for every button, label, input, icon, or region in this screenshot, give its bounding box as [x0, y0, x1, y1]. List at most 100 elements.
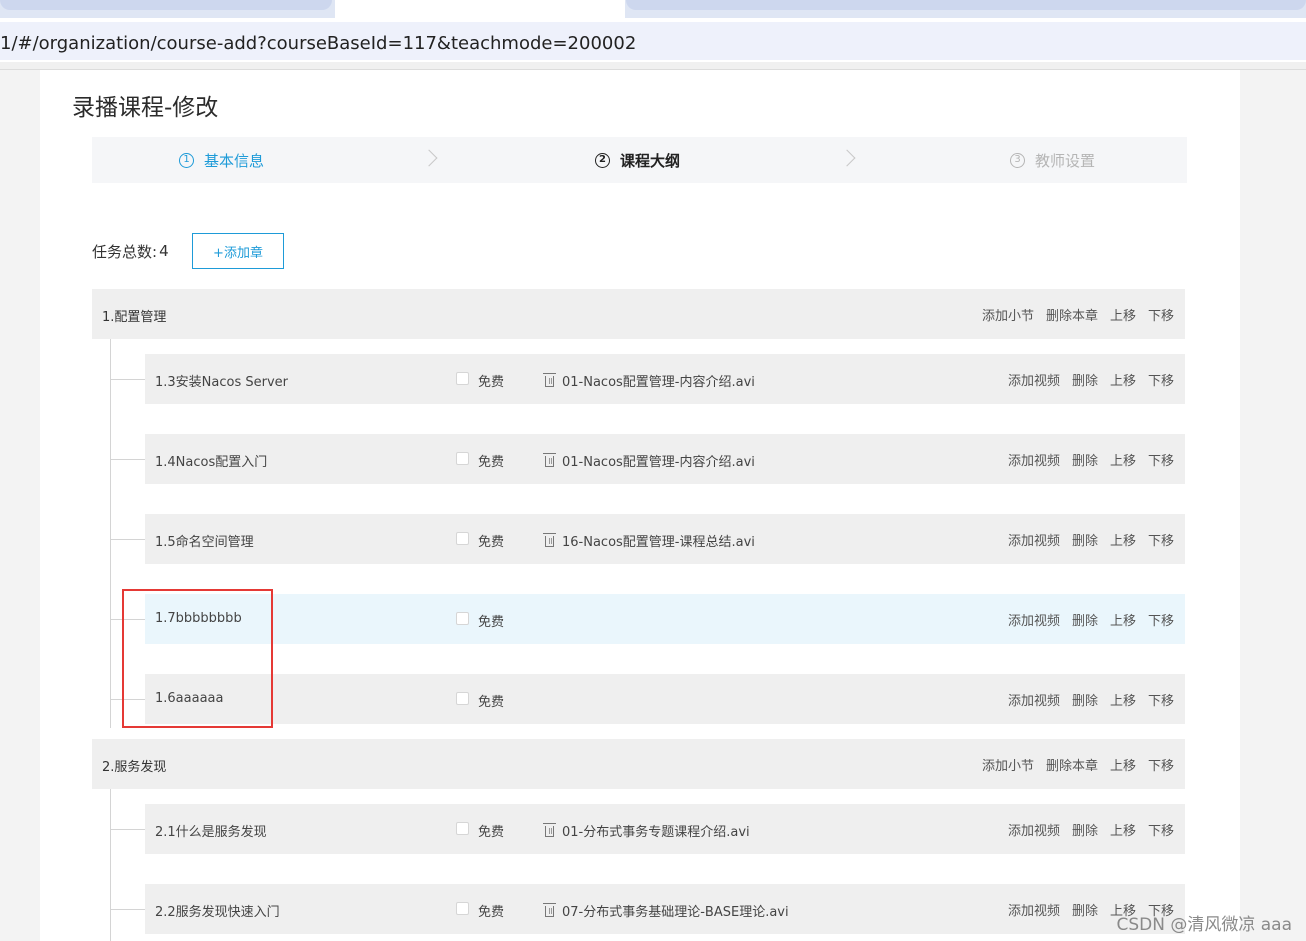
move-up-button[interactable]: 上移	[1110, 530, 1136, 549]
move-up-button[interactable]: 上移	[1110, 305, 1136, 324]
chevron-right-icon	[420, 149, 438, 167]
move-up-button[interactable]: 上移	[1110, 370, 1136, 389]
free-label: 免费	[478, 455, 505, 470]
watermark: CSDN @清风微凉 aaa	[1116, 915, 1292, 935]
free-label: 免费	[478, 535, 505, 550]
delete-section-button[interactable]: 删除	[1072, 900, 1098, 919]
move-down-button[interactable]: 下移	[1148, 305, 1174, 324]
media-item: 01-Nacos配置管理-内容介绍.avi	[543, 451, 755, 470]
step-teacher-settings[interactable]: 3 教师设置	[1010, 137, 1095, 183]
tree-branch	[111, 459, 146, 460]
free-label: 免费	[478, 905, 505, 920]
delete-section-button[interactable]: 删除	[1072, 610, 1098, 629]
move-up-button[interactable]: 上移	[1110, 450, 1136, 469]
free-checkbox[interactable]	[456, 612, 469, 625]
media-filename: 16-Nacos配置管理-课程总结.avi	[562, 535, 755, 550]
delete-section-button[interactable]: 删除	[1072, 370, 1098, 389]
section-row: 1.3安装Nacos Server 免费 01-Nacos配置管理-内容介绍.a…	[145, 354, 1185, 404]
free-label: 免费	[478, 375, 505, 390]
media-item: 01-分布式事务专题课程介绍.avi	[543, 821, 750, 840]
move-down-button[interactable]: 下移	[1148, 450, 1174, 469]
tree-branch	[111, 909, 146, 910]
step-number-icon: 3	[1010, 152, 1025, 168]
step-basic-info[interactable]: 1 基本信息	[179, 137, 264, 183]
add-video-button[interactable]: 添加视频	[1008, 820, 1060, 839]
section-row: 2.2服务发现快速入门 免费 07-分布式事务基础理论-BASE理论.avi 添…	[145, 884, 1185, 934]
move-up-button[interactable]: 上移	[1110, 690, 1136, 709]
step-course-outline[interactable]: 2 课程大纲	[595, 137, 680, 183]
section-title: 1.3安装Nacos Server	[155, 375, 289, 390]
trash-icon[interactable]	[543, 823, 556, 837]
media-filename: 01-Nacos配置管理-内容介绍.avi	[562, 375, 755, 390]
chevron-right-icon	[838, 149, 856, 167]
trash-icon[interactable]	[543, 453, 556, 467]
add-video-button[interactable]: 添加视频	[1008, 450, 1060, 469]
tree-connector	[110, 339, 111, 728]
task-summary: 任务总数: 4	[92, 233, 169, 269]
move-down-button[interactable]: 下移	[1148, 610, 1174, 629]
move-up-button[interactable]: 上移	[1110, 820, 1136, 839]
chapter-title: 2.服务发现	[102, 760, 167, 775]
delete-chapter-button[interactable]: 删除本章	[1046, 755, 1098, 774]
section-title: 1.4Nacos配置入门	[155, 455, 268, 470]
chapter-actions: 添加小节 删除本章 上移 下移	[982, 755, 1174, 774]
move-up-button[interactable]: 上移	[1110, 610, 1136, 629]
trash-icon[interactable]	[543, 903, 556, 917]
add-video-button[interactable]: 添加视频	[1008, 900, 1060, 919]
free-label: 免费	[478, 615, 505, 630]
trash-icon[interactable]	[543, 533, 556, 547]
section-title: 1.5命名空间管理	[155, 535, 254, 550]
trash-icon[interactable]	[543, 373, 556, 387]
move-down-button[interactable]: 下移	[1148, 530, 1174, 549]
task-count-label: 任务总数:	[92, 242, 158, 261]
tree-branch	[111, 829, 146, 830]
add-chapter-button[interactable]: +添加章	[192, 233, 284, 269]
section-row: 1.7bbbbbbbb 免费 添加视频 删除 上移 下移	[145, 594, 1185, 644]
add-video-button[interactable]: 添加视频	[1008, 370, 1060, 389]
delete-section-button[interactable]: 删除	[1072, 450, 1098, 469]
steps-bar: 1 基本信息 2 课程大纲 3 教师设置	[92, 137, 1187, 183]
free-label: 免费	[478, 695, 505, 710]
delete-section-button[interactable]: 删除	[1072, 820, 1098, 839]
free-checkbox[interactable]	[456, 372, 469, 385]
browser-tab-active[interactable]	[335, 0, 625, 18]
section-row: 1.5命名空间管理 免费 16-Nacos配置管理-课程总结.avi 添加视频 …	[145, 514, 1185, 564]
add-video-button[interactable]: 添加视频	[1008, 530, 1060, 549]
add-video-button[interactable]: 添加视频	[1008, 690, 1060, 709]
add-video-button[interactable]: 添加视频	[1008, 610, 1060, 629]
address-bar: 1/#/organization/course-add?courseBaseId…	[0, 18, 1306, 62]
browser-tab[interactable]	[626, 0, 1306, 10]
free-checkbox[interactable]	[456, 532, 469, 545]
page-title: 录播课程-修改	[72, 95, 219, 121]
free-checkbox[interactable]	[456, 822, 469, 835]
step-label: 基本信息	[204, 151, 265, 170]
free-checkbox[interactable]	[456, 452, 469, 465]
task-count-value: 4	[159, 242, 169, 260]
delete-chapter-button[interactable]: 删除本章	[1046, 305, 1098, 324]
move-up-button[interactable]: 上移	[1110, 755, 1136, 774]
chapter-row: 2.服务发现 添加小节 删除本章 上移 下移	[92, 739, 1185, 789]
move-down-button[interactable]: 下移	[1148, 755, 1174, 774]
section-actions: 添加视频 删除 上移 下移	[1008, 370, 1174, 389]
section-row: 1.6aaaaaa 免费 添加视频 删除 上移 下移	[145, 674, 1185, 724]
move-down-button[interactable]: 下移	[1148, 690, 1174, 709]
page-viewport: 录播课程-修改 1 基本信息 2 课程大纲 3 教师设置 任务总数: 4 +添加…	[0, 70, 1306, 941]
chapter-row: 1.配置管理 添加小节 删除本章 上移 下移	[92, 289, 1185, 339]
add-section-button[interactable]: 添加小节	[982, 305, 1034, 324]
add-section-button[interactable]: 添加小节	[982, 755, 1034, 774]
url-field[interactable]: 1/#/organization/course-add?courseBaseId…	[0, 22, 1306, 60]
browser-tab[interactable]	[0, 0, 332, 10]
media-filename: 01-Nacos配置管理-内容介绍.avi	[562, 455, 755, 470]
free-checkbox[interactable]	[456, 692, 469, 705]
delete-section-button[interactable]: 删除	[1072, 530, 1098, 549]
free-label: 免费	[478, 825, 505, 840]
annotation-highlight-box	[122, 589, 273, 728]
delete-section-button[interactable]: 删除	[1072, 690, 1098, 709]
free-checkbox[interactable]	[456, 902, 469, 915]
move-down-button[interactable]: 下移	[1148, 370, 1174, 389]
section-title: 2.1什么是服务发现	[155, 825, 267, 840]
tree-connector	[110, 789, 111, 941]
chapter-title: 1.配置管理	[102, 310, 167, 325]
tree-branch	[111, 539, 146, 540]
move-down-button[interactable]: 下移	[1148, 820, 1174, 839]
